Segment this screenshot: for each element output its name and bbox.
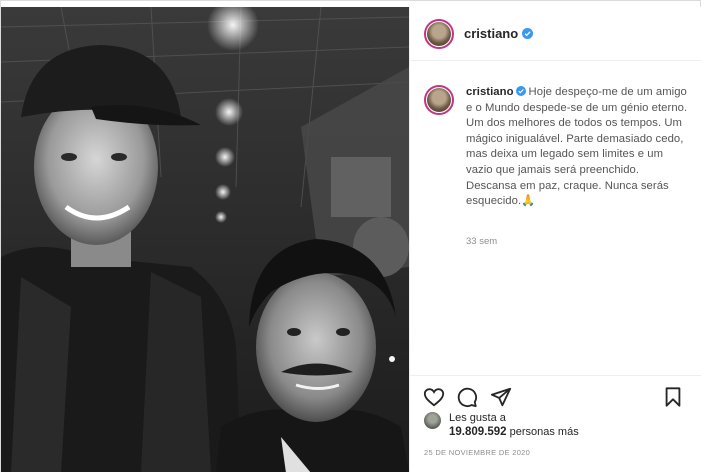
paper-plane-icon[interactable]	[490, 386, 512, 408]
caption-text: Hoje despeço-me de um amigo e o Mundo de…	[466, 86, 688, 208]
caption-text-block: cristiano Hoje despeço-me de um amigo e …	[466, 85, 689, 210]
verified-badge-icon	[515, 86, 526, 96]
likes-summary: Les gusta a 19.809.592 personas más	[424, 411, 579, 439]
liker-avatar[interactable]	[424, 412, 441, 429]
verified-badge-icon	[522, 28, 534, 39]
likes-line[interactable]: 19.809.592 personas más	[449, 425, 579, 439]
post-panel: cristiano cristiano Hoje despeço-me de u…	[409, 7, 701, 472]
avatar-image	[427, 21, 451, 46]
bookmark-icon[interactable]	[662, 386, 684, 408]
likes-suffix[interactable]: personas más	[510, 426, 579, 438]
pray-emoji-icon: 🙏	[521, 195, 536, 208]
caption-username[interactable]: cristiano	[466, 86, 514, 98]
instagram-post: cristiano cristiano Hoje despeço-me de u…	[0, 0, 701, 472]
photo-illustration	[1, 7, 409, 472]
avatar[interactable]	[424, 18, 454, 49]
post-header: cristiano	[410, 7, 701, 61]
caption-timestamp[interactable]: 33 sem	[466, 236, 497, 247]
caption-avatar[interactable]	[424, 85, 454, 115]
likes-text: Les gusta a 19.809.592 personas más	[449, 411, 579, 439]
post-date[interactable]: 25 DE NOVIEMBRE DE 2020	[424, 448, 530, 457]
caption: cristiano Hoje despeço-me de um amigo e …	[424, 85, 689, 210]
heart-icon[interactable]	[423, 386, 445, 408]
action-bar	[410, 375, 701, 409]
header-username[interactable]: cristiano	[464, 26, 518, 41]
likes-count[interactable]: 19.809.592	[449, 426, 507, 438]
avatar-image	[427, 88, 451, 112]
comment-icon[interactable]	[456, 386, 478, 408]
likes-prefix: Les gusta a	[449, 412, 506, 424]
post-photo[interactable]	[1, 7, 409, 472]
